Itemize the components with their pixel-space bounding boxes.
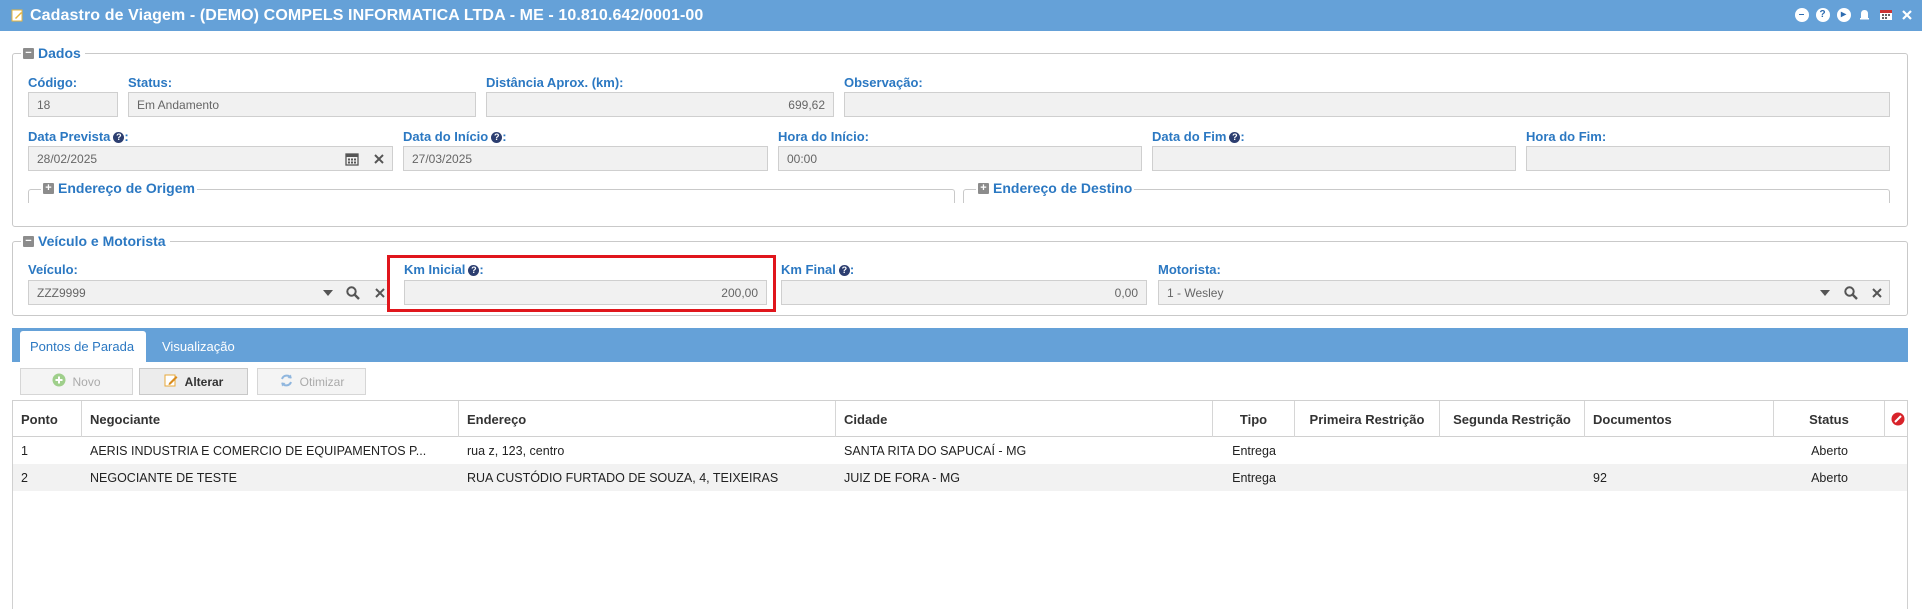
cell-cidade: SANTA RITA DO SAPUCAÍ - MG — [844, 443, 1027, 458]
add-icon — [52, 373, 66, 390]
cell-segunda-restricao — [1440, 437, 1585, 464]
hora-fim-label: Hora do Fim: — [1526, 129, 1607, 144]
window-title: Cadastro de Viagem - (DEMO) COMPELS INFO… — [30, 6, 704, 24]
calendar-icon[interactable] — [343, 150, 361, 168]
collapse-icon[interactable]: − — [23, 235, 34, 247]
clear-icon[interactable] — [1868, 284, 1886, 302]
km-final-field[interactable]: 0,00 — [781, 280, 1147, 305]
hora-fim-field[interactable] — [1526, 146, 1890, 171]
veiculo-legend[interactable]: − Veículo e Motorista — [21, 233, 170, 249]
column-header-segunda-restricao[interactable]: Segunda Restrição — [1440, 401, 1585, 437]
chevron-down-icon[interactable] — [319, 284, 337, 302]
column-header-negociante[interactable]: Negociante — [82, 401, 459, 437]
tab-visualizacao[interactable]: Visualização — [152, 331, 245, 362]
window-titlebar: Cadastro de Viagem - (DEMO) COMPELS INFO… — [0, 0, 1922, 31]
data-prevista-label: Data Prevista?: — [28, 129, 129, 144]
distancia-field[interactable]: 699,62 — [486, 92, 834, 117]
window-controls: – ? ▸ — [1794, 7, 1914, 22]
column-settings-icon[interactable] — [1891, 412, 1905, 426]
clear-icon[interactable] — [370, 150, 388, 168]
cell-negociante: NEGOCIANTE DE TESTE — [90, 470, 238, 485]
pontos-grid: Ponto Negociante Endereço Cidade Tipo Pr… — [12, 400, 1908, 609]
hora-inicio-label: Hora do Início: — [778, 129, 869, 144]
refresh-icon — [279, 373, 294, 391]
calendar-icon[interactable] — [1878, 7, 1893, 22]
data-inicio-field[interactable]: 27/03/2025 — [403, 146, 768, 171]
grid-header: Ponto Negociante Endereço Cidade Tipo Pr… — [13, 401, 1907, 437]
column-header-tipo[interactable]: Tipo — [1213, 401, 1295, 437]
chevron-down-icon[interactable] — [1816, 284, 1834, 302]
status-field[interactable]: Em Andamento — [128, 92, 476, 117]
column-header-ponto[interactable]: Ponto — [13, 401, 82, 437]
cell-ponto: 2 — [21, 470, 28, 485]
notification-bell-icon[interactable] — [1857, 7, 1872, 22]
endereco-origem-legend[interactable]: + Endereço de Origem — [41, 180, 197, 196]
help-icon[interactable]: ? — [838, 265, 850, 276]
cell-status: Aberto — [1811, 443, 1848, 458]
expand-icon[interactable]: + — [978, 182, 989, 194]
cell-segunda-restricao — [1440, 464, 1585, 491]
cell-cidade: JUIZ DE FORA - MG — [844, 470, 960, 485]
endereco-origem-group: + Endereço de Origem — [28, 180, 955, 203]
cell-documentos: 92 — [1593, 470, 1607, 485]
tab-pontos-de-parada[interactable]: Pontos de Parada — [20, 331, 146, 362]
cell-tipo: Entrega — [1232, 470, 1276, 485]
data-fim-field[interactable] — [1152, 146, 1516, 171]
play-icon[interactable]: ▸ — [1836, 7, 1851, 22]
edit-icon — [164, 373, 179, 391]
cell-status: Aberto — [1811, 470, 1848, 485]
endereco-destino-group: + Endereço de Destino — [963, 180, 1890, 203]
alterar-button[interactable]: Alterar — [139, 368, 248, 395]
highlight-box — [387, 255, 776, 312]
novo-button[interactable]: Novo — [20, 368, 133, 395]
table-row[interactable]: 1 AERIS INDUSTRIA E COMERCIO DE EQUIPAME… — [13, 437, 1907, 464]
column-header-status[interactable]: Status — [1774, 401, 1885, 437]
table-row[interactable]: 2 NEGOCIANTE DE TESTE RUA CUSTÓDIO FURTA… — [13, 464, 1907, 491]
help-icon[interactable]: ? — [1229, 132, 1241, 143]
cell-endereco: RUA CUSTÓDIO FURTADO DE SOUZA, 4, TEIXEI… — [467, 470, 779, 485]
data-fim-label: Data do Fim?: — [1152, 129, 1245, 144]
cell-endereco: rua z, 123, centro — [467, 443, 565, 458]
cell-negociante: AERIS INDUSTRIA E COMERCIO DE EQUIPAMENT… — [90, 443, 427, 458]
edit-document-icon — [10, 9, 24, 23]
observacao-field[interactable] — [844, 92, 1890, 117]
help-icon[interactable]: ? — [491, 132, 503, 143]
observacao-label: Observação: — [844, 75, 923, 90]
cell-documentos — [1585, 437, 1774, 464]
cell-primeira-restricao — [1295, 437, 1440, 464]
motorista-label: Motorista: — [1158, 262, 1221, 277]
km-final-label: Km Final?: — [781, 262, 855, 277]
close-icon[interactable] — [1899, 7, 1914, 22]
column-header-endereco[interactable]: Endereço — [459, 401, 836, 437]
status-label: Status: — [128, 75, 173, 90]
column-header-cidade[interactable]: Cidade — [836, 401, 1213, 437]
cell-ponto: 1 — [21, 443, 28, 458]
cell-tipo: Entrega — [1232, 443, 1276, 458]
column-header-primeira-restricao[interactable]: Primeira Restrição — [1295, 401, 1440, 437]
expand-icon[interactable]: + — [43, 182, 54, 194]
motorista-field[interactable]: 1 - Wesley — [1158, 280, 1890, 305]
grid-toolbar: Novo Alterar Otimizar — [12, 362, 1908, 400]
veiculo-label: Veículo: — [28, 262, 78, 277]
cell-primeira-restricao — [1295, 464, 1440, 491]
search-icon[interactable] — [344, 284, 362, 302]
help-icon[interactable]: ? — [113, 132, 125, 143]
search-icon[interactable] — [1842, 284, 1860, 302]
data-inicio-label: Data do Início?: — [403, 129, 507, 144]
otimizar-button[interactable]: Otimizar — [257, 368, 366, 395]
data-prevista-field[interactable]: 28/02/2025 — [28, 146, 393, 171]
endereco-destino-legend[interactable]: + Endereço de Destino — [976, 180, 1135, 196]
distancia-label: Distância Aprox. (km): — [486, 75, 624, 90]
hora-inicio-field[interactable]: 00:00 — [778, 146, 1142, 171]
help-icon[interactable]: ? — [1815, 7, 1830, 22]
column-header-documentos[interactable]: Documentos — [1585, 401, 1774, 437]
collapse-icon[interactable]: − — [23, 47, 34, 59]
dados-legend[interactable]: − Dados — [21, 45, 85, 61]
minimize-icon[interactable]: – — [1794, 7, 1809, 22]
tabs-bar: Pontos de Parada Visualização — [12, 328, 1908, 362]
codigo-label: Código: — [28, 75, 78, 90]
codigo-field[interactable]: 18 — [28, 92, 118, 117]
